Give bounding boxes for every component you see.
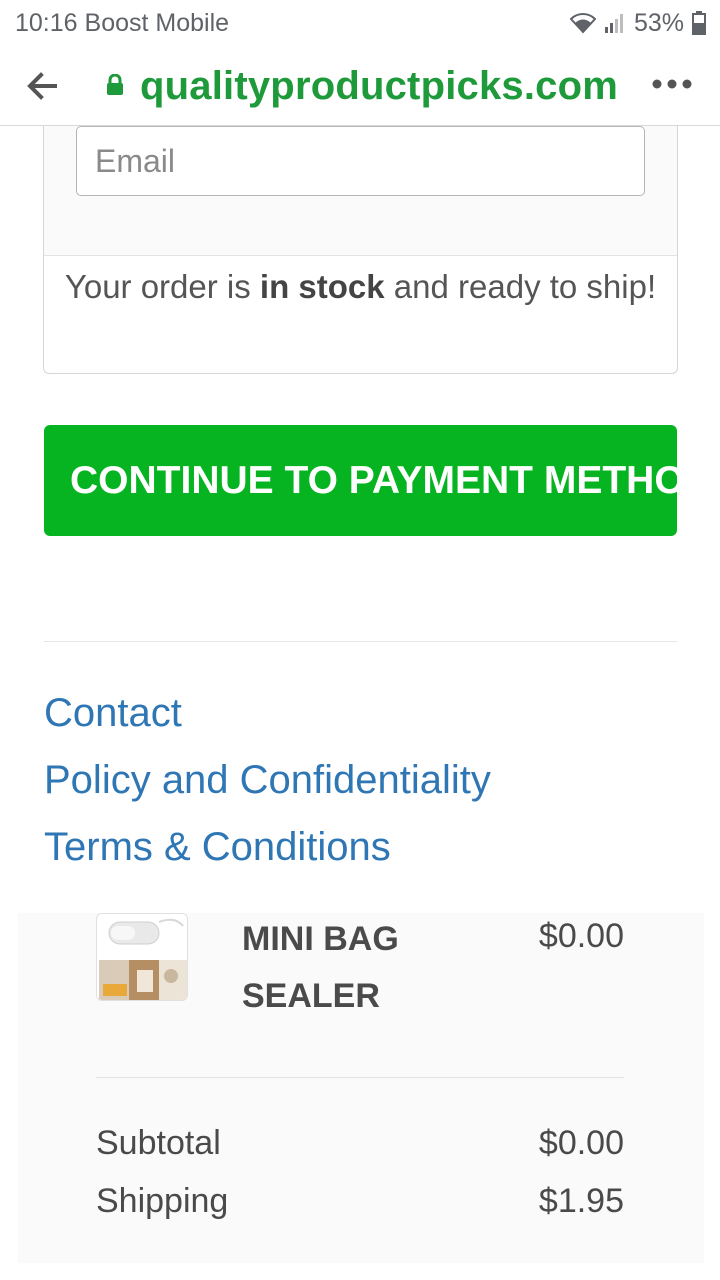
back-arrow-icon[interactable]	[24, 68, 60, 104]
status-right: 53%	[569, 0, 706, 46]
stock-message: Your order is in stock and ready to ship…	[44, 258, 677, 372]
wifi-icon	[569, 12, 596, 34]
summary-divider	[96, 1077, 624, 1078]
terms-link[interactable]: Terms & Conditions	[44, 814, 491, 881]
status-bar: 10:16 Boost Mobile 53%	[0, 0, 720, 46]
stock-message-suffix: and ready to ship!	[384, 268, 657, 305]
browser-url-bar: qualityproductpicks.com	[0, 46, 720, 126]
subtotal-row: Subtotal $0.00	[96, 1118, 624, 1168]
product-price: $0.00	[538, 917, 624, 955]
subtotal-value: $0.00	[538, 1124, 624, 1162]
shipping-row: Shipping $1.95	[96, 1176, 624, 1226]
shipping-value: $1.95	[538, 1182, 624, 1220]
continue-to-payment-button[interactable]: CONTINUE TO PAYMENT METHOD	[44, 425, 677, 536]
url-text[interactable]: qualityproductpicks.com	[140, 60, 618, 112]
stock-message-bold: in stock	[259, 268, 385, 305]
policy-link[interactable]: Policy and Confidentiality	[44, 747, 491, 814]
form-top-section	[44, 126, 677, 256]
subtotal-label: Subtotal	[96, 1124, 221, 1162]
contact-link[interactable]: Contact	[44, 680, 491, 747]
status-left: 10:16 Boost Mobile	[15, 0, 229, 46]
stock-message-prefix: Your order is	[64, 268, 260, 305]
shipping-label: Shipping	[96, 1182, 229, 1220]
more-options-icon[interactable]	[652, 76, 692, 92]
footer-links: Contact Policy and Confidentiality Terms…	[44, 680, 491, 881]
email-field[interactable]	[76, 126, 645, 196]
product-name: MINI BAG SEALER	[242, 920, 399, 1015]
status-time: 10:16	[15, 9, 78, 37]
order-summary: MINI BAG SEALER $0.00 Subtotal $0.00 Shi…	[18, 913, 704, 1263]
battery-percent: 53%	[633, 9, 684, 37]
battery-icon	[692, 11, 706, 35]
contact-form-card: Your order is in stock and ready to ship…	[43, 126, 678, 374]
lock-icon	[106, 73, 124, 96]
status-carrier: Boost Mobile	[84, 9, 230, 37]
footer-divider	[44, 641, 677, 642]
product-thumbnail	[96, 913, 188, 1001]
signal-icon	[604, 12, 626, 34]
